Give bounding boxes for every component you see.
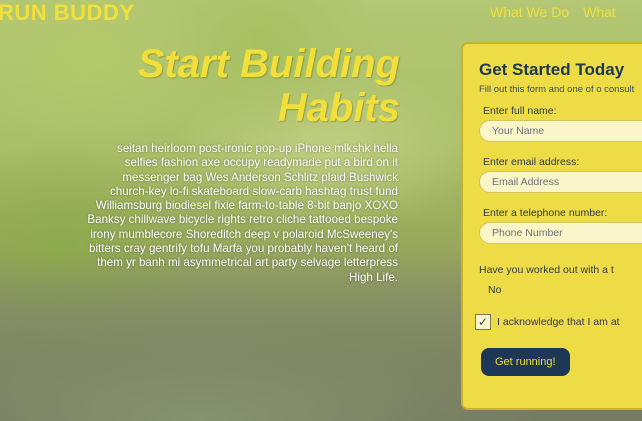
phone-label: Enter a telephone number: [483,207,608,219]
acknowledge-checkbox[interactable]: ✓ [475,314,491,330]
form-title: Get Started Today [479,60,625,79]
email-label: Enter email address: [483,156,580,168]
name-field[interactable] [479,120,642,142]
form-subtitle: Fill out this form and one of o consult [479,84,635,95]
trainer-question-select[interactable]: No [488,284,642,296]
nav-link-what[interactable]: What [583,4,616,20]
email-field[interactable] [479,171,642,193]
hero-title: Start Building Habits [80,42,400,130]
trainer-question-label: Have you worked out with a t [479,264,614,276]
top-nav: What We Do What [490,4,616,20]
hero-body-text: seitan heirloom post-ironic pop-up iPhon… [87,142,398,284]
phone-field[interactable] [479,222,642,244]
signup-form: Get Started Today Fill out this form and… [461,42,642,410]
acknowledge-row: ✓ I acknowledge that I am at [475,314,642,330]
brand-logo[interactable]: RUN BUDDY [0,0,135,26]
get-running-button[interactable]: Get running! [481,348,570,376]
acknowledge-label: I acknowledge that I am at [497,316,620,328]
hero-title-line-1: Start Building [137,42,400,86]
name-label: Enter full name: [483,105,557,117]
nav-link-what-we-do[interactable]: What We Do [490,4,569,20]
hero-title-line-2: Habits [277,86,400,130]
